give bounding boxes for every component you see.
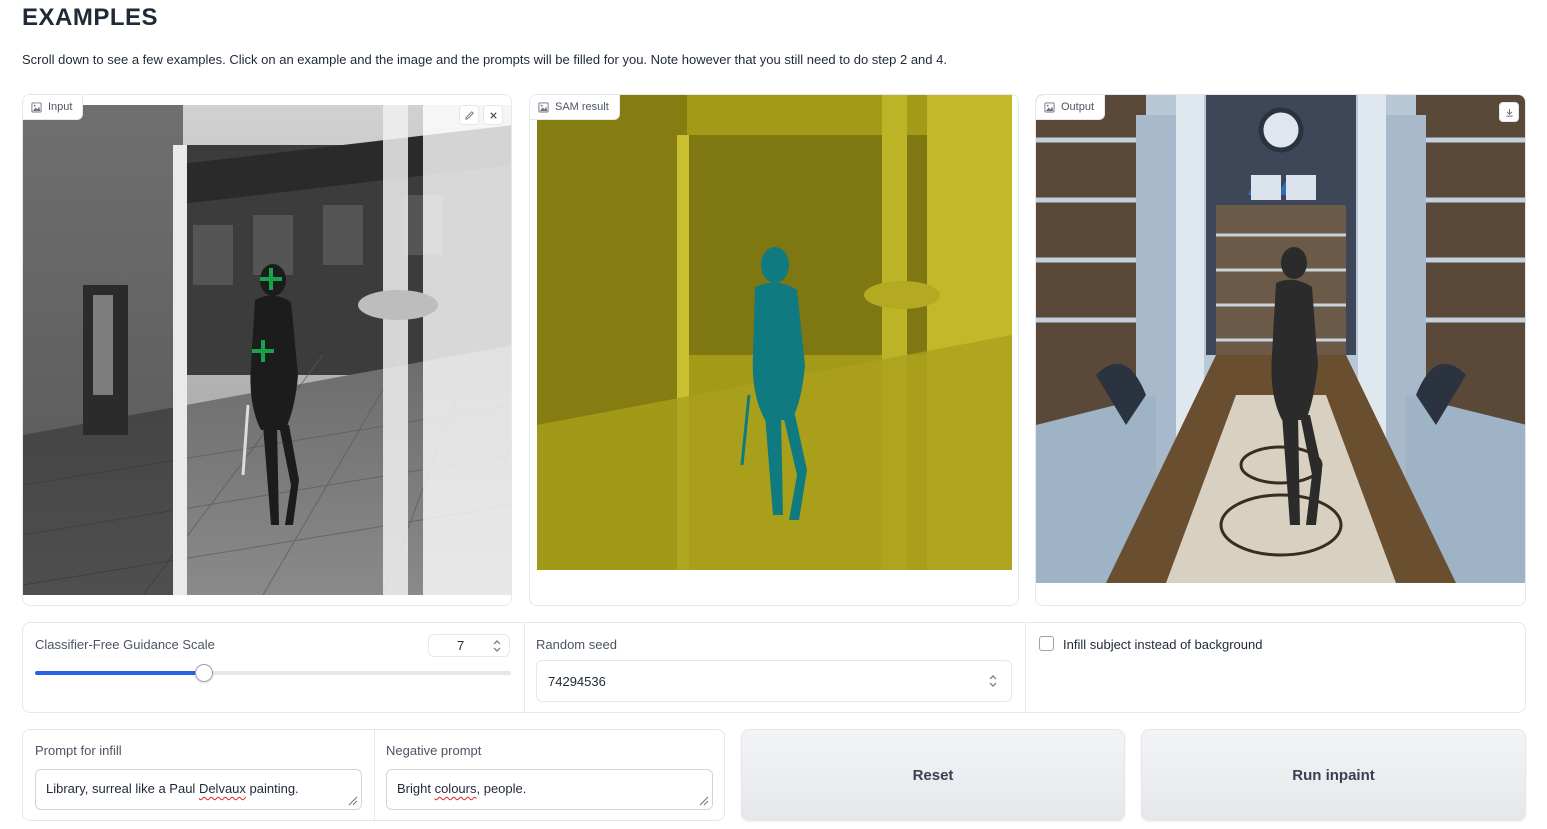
spinner-icon[interactable] bbox=[987, 673, 999, 689]
infill-subject-checkbox[interactable] bbox=[1039, 636, 1054, 651]
seed-number-input[interactable]: 74294536 bbox=[536, 660, 1012, 702]
close-icon bbox=[489, 111, 497, 119]
output-label: Output bbox=[1036, 95, 1106, 120]
resize-grip-icon[interactable] bbox=[697, 794, 709, 806]
run-inpaint-button[interactable]: Run inpaint bbox=[1141, 729, 1526, 821]
image-icon bbox=[1044, 101, 1055, 113]
cfg-slider-fill bbox=[35, 671, 204, 675]
output-image bbox=[1036, 95, 1525, 583]
pencil-icon bbox=[464, 110, 474, 120]
cfg-number-input[interactable]: 7 bbox=[428, 634, 510, 657]
infill-subject-label[interactable]: Infill subject instead of background bbox=[1063, 637, 1262, 652]
resize-grip-icon[interactable] bbox=[346, 794, 358, 806]
negative-prompt-label: Negative prompt bbox=[386, 743, 482, 758]
divider bbox=[374, 730, 375, 820]
cfg-control: Classifier-Free Guidance Scale 7 bbox=[23, 623, 524, 712]
sam-result-image bbox=[537, 95, 1012, 570]
output-panel: Output bbox=[1035, 94, 1526, 606]
sam-result-panel: SAM result background subject bbox=[529, 94, 1019, 606]
cfg-slider[interactable] bbox=[35, 664, 511, 682]
download-icon bbox=[1505, 108, 1513, 117]
page-description: Scroll down to see a few examples. Click… bbox=[22, 52, 947, 67]
cfg-label: Classifier-Free Guidance Scale bbox=[35, 637, 215, 652]
reset-button[interactable]: Reset bbox=[741, 729, 1125, 821]
input-label: Input bbox=[23, 95, 84, 120]
input-image[interactable] bbox=[23, 105, 511, 595]
infill-prompt-textarea[interactable]: Library, surreal like a Paul Delvaux pai… bbox=[35, 769, 362, 810]
edit-image-button[interactable] bbox=[459, 105, 479, 125]
sam-result-label: SAM result bbox=[530, 95, 620, 120]
spinner-icon[interactable] bbox=[491, 638, 503, 654]
prompts-row: Prompt for infill Library, surreal like … bbox=[22, 729, 725, 821]
image-icon bbox=[538, 101, 549, 113]
controls-row: Classifier-Free Guidance Scale 7 Random … bbox=[22, 622, 1526, 713]
clear-image-button[interactable] bbox=[483, 105, 503, 125]
cfg-slider-thumb[interactable] bbox=[194, 664, 213, 682]
download-button[interactable] bbox=[1499, 102, 1519, 122]
seed-label: Random seed bbox=[536, 637, 617, 652]
infill-subject-control: Infill subject instead of background bbox=[1026, 623, 1526, 712]
negative-prompt-textarea[interactable]: Bright colours, people. bbox=[386, 769, 713, 810]
page-title: EXAMPLES bbox=[22, 4, 159, 31]
seed-control: Random seed 74294536 bbox=[525, 623, 1025, 712]
image-icon bbox=[31, 101, 42, 113]
infill-prompt-label: Prompt for infill bbox=[35, 743, 122, 758]
input-image-panel[interactable]: Input bbox=[22, 94, 512, 606]
